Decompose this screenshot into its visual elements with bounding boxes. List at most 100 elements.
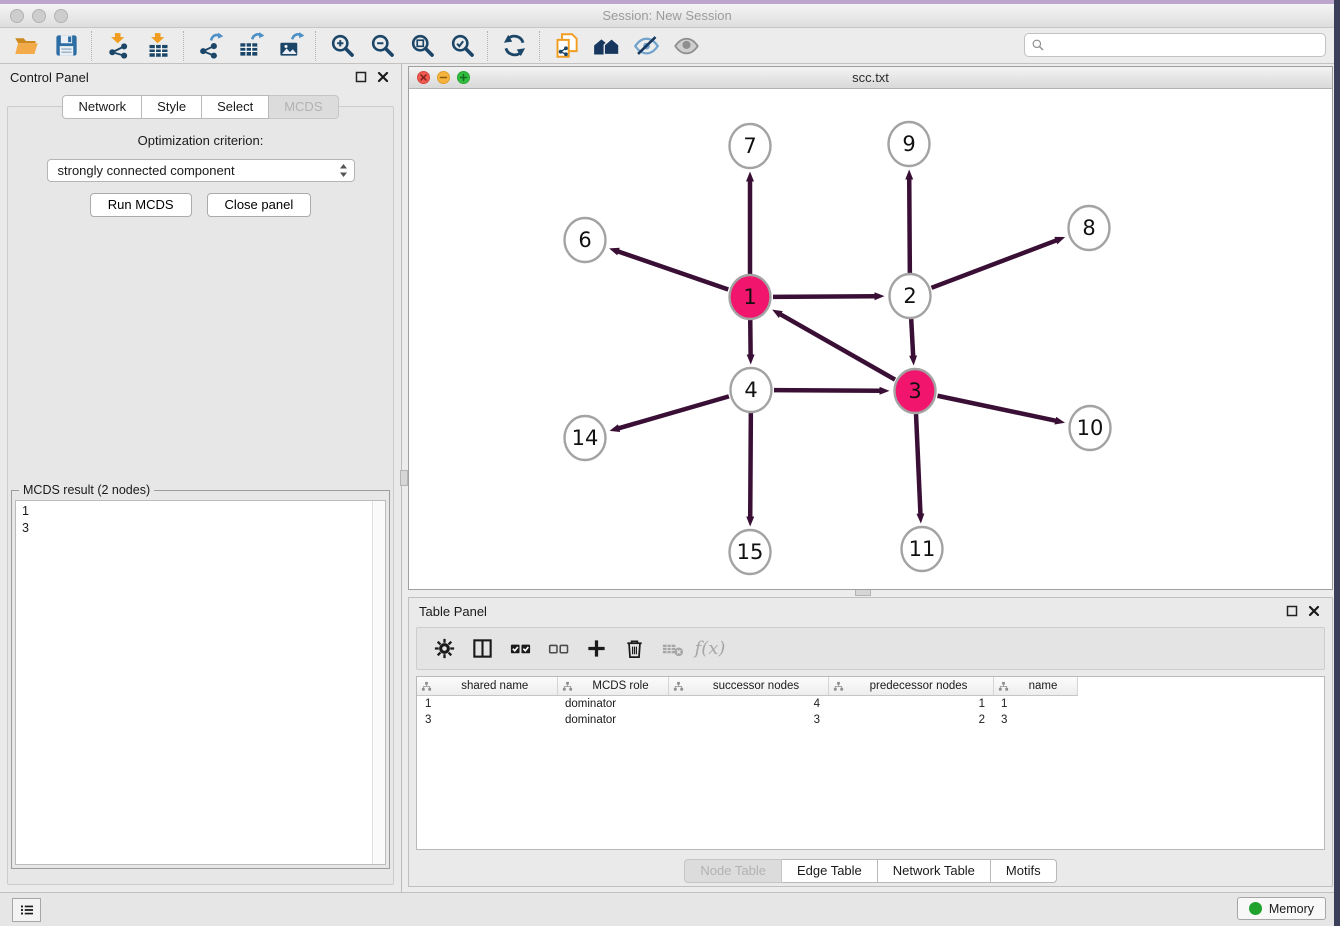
- zoom-selected-icon[interactable]: [442, 31, 482, 61]
- import-table-icon[interactable]: [138, 31, 178, 61]
- close-table-panel-icon[interactable]: [1306, 603, 1322, 619]
- result-scrollbar[interactable]: [372, 501, 385, 864]
- graph-edge-1-2[interactable]: [773, 296, 876, 297]
- minimize-view-icon[interactable]: [437, 71, 450, 84]
- close-window-icon[interactable]: [10, 9, 24, 23]
- hide-details-icon[interactable]: [626, 31, 666, 61]
- show-details-icon[interactable]: [666, 31, 706, 61]
- add-icon[interactable]: [579, 634, 613, 664]
- table-row[interactable]: 1dominator411: [417, 696, 1077, 713]
- graph-node-9[interactable]: 9: [889, 122, 930, 166]
- float-panel-icon[interactable]: [353, 69, 369, 85]
- network-view-window: scc.txt 7 9 6 8 1 2 4 3 14 10 15 11: [408, 66, 1333, 590]
- graph-node-4[interactable]: 4: [731, 368, 772, 412]
- deselect-all-icon[interactable]: [541, 634, 575, 664]
- minimize-window-icon[interactable]: [32, 9, 46, 23]
- mcds-result-list[interactable]: 13: [15, 500, 386, 865]
- table-cell: 1: [417, 696, 557, 713]
- optimization-criterion-label: Optimization criterion:: [8, 133, 393, 148]
- window-controls[interactable]: [10, 9, 68, 23]
- column-header-successor-nodes[interactable]: successor nodes: [668, 677, 828, 696]
- close-view-icon[interactable]: [417, 71, 430, 84]
- table-cell: dominator: [557, 712, 668, 728]
- tab-style[interactable]: Style: [142, 95, 202, 119]
- select-all-icon[interactable]: [503, 634, 537, 664]
- memory-button[interactable]: Memory: [1237, 897, 1326, 920]
- graph-node-10[interactable]: 10: [1070, 406, 1111, 450]
- columns-icon[interactable]: [465, 634, 499, 664]
- column-header-name[interactable]: name: [993, 677, 1077, 696]
- criterion-dropdown[interactable]: strongly connected component: [47, 159, 355, 182]
- graph-node-11[interactable]: 11: [902, 527, 943, 571]
- maximize-view-icon[interactable]: [457, 71, 470, 84]
- window-title: Session: New Session: [602, 8, 731, 23]
- network-window-titlebar[interactable]: scc.txt: [409, 67, 1332, 89]
- graph-edge-2-8[interactable]: [932, 240, 1058, 288]
- graph-node-3[interactable]: 3: [895, 369, 936, 413]
- graph-edge-4-3[interactable]: [774, 390, 881, 391]
- graph-node-8[interactable]: 8: [1069, 206, 1110, 250]
- table-cell: 3: [993, 712, 1077, 728]
- close-panel-button[interactable]: Close panel: [207, 193, 312, 217]
- run-mcds-button[interactable]: Run MCDS: [90, 193, 192, 217]
- export-image-icon[interactable]: [270, 31, 310, 61]
- table-tab-network-table[interactable]: Network Table: [878, 859, 991, 883]
- memory-button-label: Memory: [1269, 902, 1314, 916]
- export-table-icon[interactable]: [230, 31, 270, 61]
- network-canvas[interactable]: 7 9 6 8 1 2 4 3 14 10 15 11: [409, 88, 1332, 589]
- vertical-splitter-handle[interactable]: [400, 470, 408, 486]
- node-table: shared nameMCDS rolesuccessor nodesprede…: [416, 676, 1325, 850]
- table-row[interactable]: 3dominator323: [417, 712, 1077, 728]
- memory-status-icon: [1249, 902, 1262, 915]
- graph-node-6[interactable]: 6: [565, 218, 606, 262]
- graph-node-14[interactable]: 14: [565, 416, 606, 460]
- graph-edge-1-6[interactable]: [617, 251, 728, 289]
- export-network-icon[interactable]: [190, 31, 230, 61]
- graph-edge-4-14[interactable]: [618, 396, 729, 428]
- graph-edge-3-10[interactable]: [938, 396, 1057, 421]
- search-input[interactable]: [1049, 37, 1319, 53]
- save-icon[interactable]: [46, 31, 86, 61]
- graph-node-2[interactable]: 2: [890, 274, 931, 318]
- zoom-in-icon[interactable]: [322, 31, 362, 61]
- status-bar: Memory: [0, 892, 1334, 926]
- graph-edge-3-11[interactable]: [916, 414, 920, 515]
- import-network-icon[interactable]: [98, 31, 138, 61]
- table-tab-motifs[interactable]: Motifs: [991, 859, 1057, 883]
- table-panel-title: Table Panel: [419, 604, 487, 619]
- zoom-out-icon[interactable]: [362, 31, 402, 61]
- column-header-MCDS-role[interactable]: MCDS role: [557, 677, 668, 696]
- column-header-shared-name[interactable]: shared name: [417, 677, 557, 696]
- toolbar-separator: [487, 31, 489, 61]
- trash-icon[interactable]: [617, 634, 651, 664]
- home-icon[interactable]: [586, 31, 626, 61]
- graph-node-15[interactable]: 15: [730, 530, 771, 574]
- zoom-fit-icon[interactable]: [402, 31, 442, 61]
- table-tab-node-table[interactable]: Node Table: [684, 859, 782, 883]
- gear-icon[interactable]: [427, 634, 461, 664]
- table-tab-edge-table[interactable]: Edge Table: [782, 859, 878, 883]
- graph-edge-2-9[interactable]: [909, 178, 910, 273]
- svg-text:2: 2: [903, 284, 916, 308]
- horizontal-splitter-handle[interactable]: [855, 589, 871, 596]
- graph-node-7[interactable]: 7: [730, 124, 771, 168]
- graph-edge-2-3[interactable]: [911, 319, 913, 357]
- graph-node-1[interactable]: 1: [730, 275, 771, 319]
- table-header-row: shared nameMCDS rolesuccessor nodesprede…: [417, 677, 1077, 696]
- graph-edge-4-15[interactable]: [750, 413, 751, 518]
- search-box[interactable]: [1024, 33, 1326, 57]
- zoom-window-icon[interactable]: [54, 9, 68, 23]
- tab-mcds[interactable]: MCDS: [269, 95, 338, 119]
- close-panel-icon[interactable]: [375, 69, 391, 85]
- column-header-predecessor-nodes[interactable]: predecessor nodes: [828, 677, 993, 696]
- float-table-panel-icon[interactable]: [1284, 603, 1300, 619]
- open-folder-icon[interactable]: [6, 31, 46, 61]
- network-file-icon[interactable]: [546, 31, 586, 61]
- node-table-grid: shared nameMCDS rolesuccessor nodesprede…: [417, 677, 1078, 728]
- criterion-dropdown-value: strongly connected component: [58, 163, 339, 178]
- tab-select[interactable]: Select: [202, 95, 269, 119]
- graph-edge-3-1[interactable]: [780, 314, 895, 380]
- task-history-button[interactable]: [12, 898, 41, 922]
- tab-network[interactable]: Network: [62, 95, 142, 119]
- refresh-icon[interactable]: [494, 31, 534, 61]
